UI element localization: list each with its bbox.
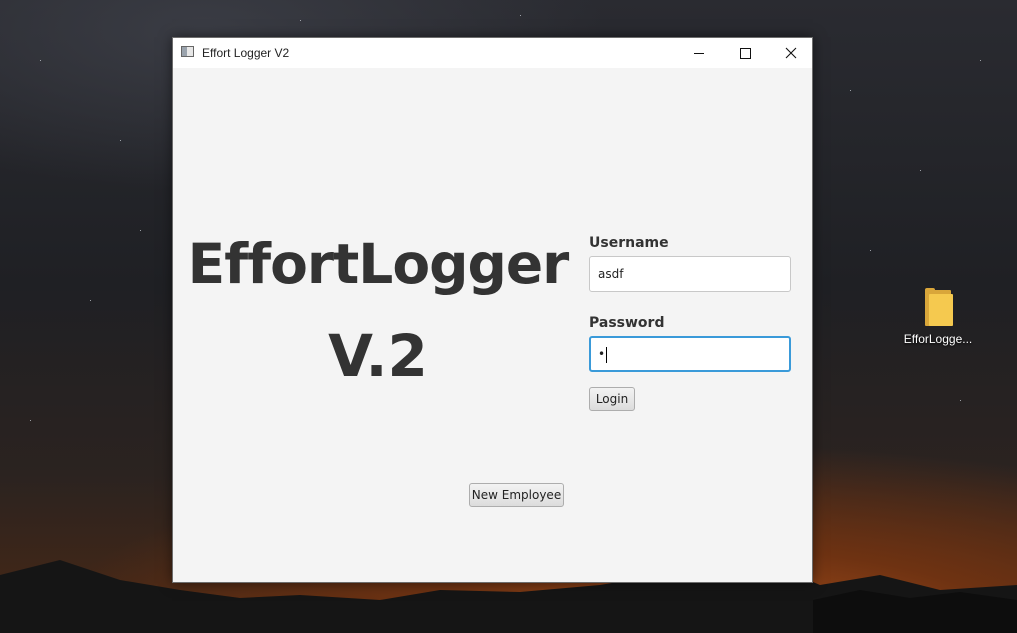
new-employee-button[interactable]: New Employee — [469, 483, 564, 507]
username-field[interactable]: asdf — [589, 256, 791, 292]
password-field[interactable]: • — [589, 336, 791, 372]
minimize-button[interactable] — [676, 38, 722, 68]
brand-title: EffortLogger — [187, 232, 570, 296]
username-value: asdf — [598, 267, 624, 281]
app-window: Effort Logger V2 EffortLogger V.2 Userna… — [172, 37, 813, 583]
password-value: • — [598, 347, 606, 361]
maximize-icon — [739, 47, 751, 59]
text-caret — [606, 346, 608, 363]
window-title: Effort Logger V2 — [202, 46, 290, 60]
brand-version: V.2 — [328, 322, 428, 390]
desktop-icon-label: EfforLogge... — [903, 332, 973, 346]
app-icon — [181, 46, 194, 57]
close-button[interactable] — [768, 38, 814, 68]
username-label: Username — [589, 235, 669, 251]
login-button[interactable]: Login — [589, 387, 635, 411]
minimize-icon — [694, 52, 704, 54]
folder-icon — [923, 286, 953, 326]
password-label: Password — [589, 315, 665, 331]
title-bar[interactable]: Effort Logger V2 — [173, 38, 812, 68]
maximize-button[interactable] — [722, 38, 768, 68]
close-icon — [785, 47, 797, 59]
desktop-folder-shortcut[interactable]: EfforLogge... — [896, 286, 980, 346]
